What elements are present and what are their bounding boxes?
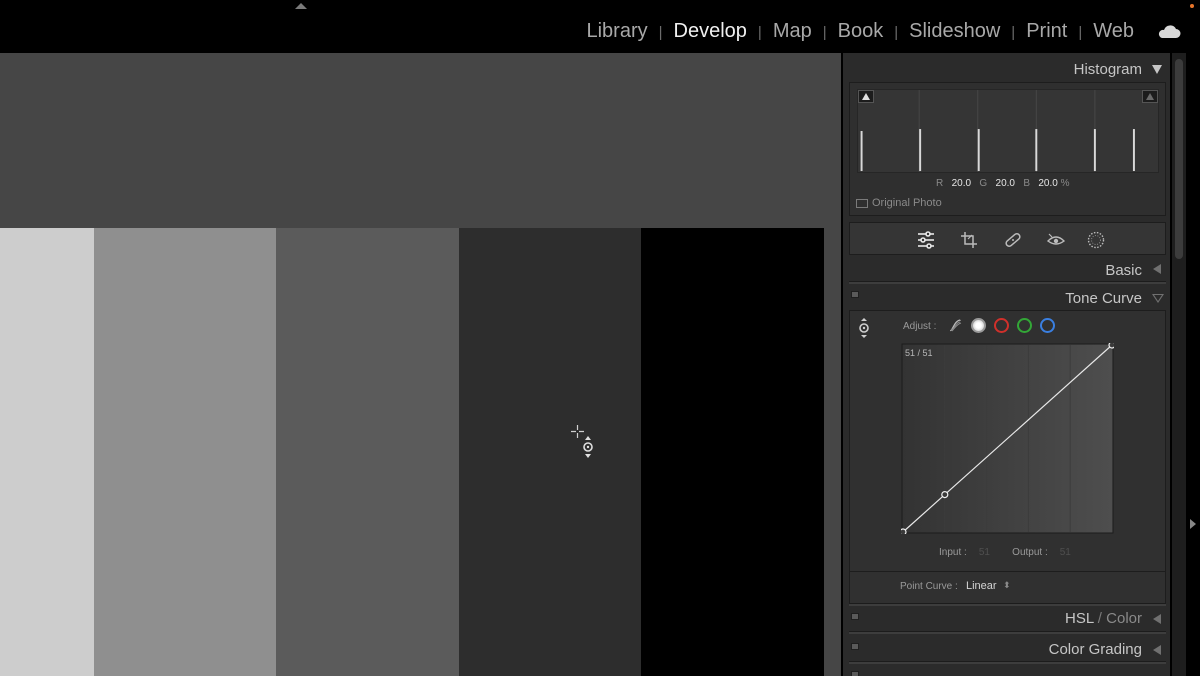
r-value: 20.0 xyxy=(951,178,972,189)
targeted-adjustment-cursor-icon xyxy=(583,436,593,458)
panel-divider xyxy=(849,603,1166,606)
green-channel-button[interactable] xyxy=(1017,318,1032,333)
module-develop[interactable]: Develop xyxy=(674,20,747,43)
point-curve-select[interactable]: Linear xyxy=(966,580,997,592)
healing-icon[interactable] xyxy=(1003,231,1023,249)
tool-strip xyxy=(849,222,1166,255)
percent-unit: % xyxy=(1060,178,1070,189)
red-eye-icon[interactable] xyxy=(1046,231,1066,249)
color-grading-toggle[interactable] xyxy=(851,643,859,650)
module-web[interactable]: Web xyxy=(1093,20,1134,43)
b-value: 20.0 xyxy=(1038,178,1058,189)
module-picker-bar: Library | Develop | Map | Book | Slidesh… xyxy=(0,0,1200,53)
select-caret-icon[interactable]: ⬍ xyxy=(1003,580,1011,591)
triangle-left-icon[interactable] xyxy=(1153,645,1161,655)
parametric-curve-icon[interactable] xyxy=(948,318,963,333)
hsl-slash: / xyxy=(1093,610,1107,627)
blue-channel-button[interactable] xyxy=(1040,318,1055,333)
histogram-plot[interactable] xyxy=(857,89,1159,173)
shadow-clipping-icon xyxy=(862,93,870,100)
basic-title[interactable]: Basic xyxy=(1105,262,1142,279)
triangle-down-icon[interactable] xyxy=(1152,294,1164,303)
cloud-icon[interactable] xyxy=(1157,25,1181,39)
curve-control-point[interactable] xyxy=(899,528,907,536)
shadow-clipping-button[interactable] xyxy=(858,90,874,103)
module-map[interactable]: Map xyxy=(773,20,812,43)
curve-readout: 51 / 51 xyxy=(905,348,933,358)
masking-icon[interactable] xyxy=(1086,231,1106,249)
swatch-mid xyxy=(276,228,459,676)
output-label: Output : xyxy=(1012,547,1048,558)
notification-dot xyxy=(1190,4,1194,8)
triangle-down-icon[interactable] xyxy=(1152,65,1162,74)
point-curve-rgb-button[interactable] xyxy=(971,318,986,333)
module-separator: | xyxy=(822,24,827,41)
original-photo-toggle[interactable]: Original Photo xyxy=(856,197,942,209)
input-value: 51 xyxy=(978,547,990,558)
panel-divider xyxy=(849,281,1166,284)
input-label: Input : xyxy=(939,547,967,558)
tone-curve-title[interactable]: Tone Curve xyxy=(1065,290,1142,307)
scrollbar-thumb[interactable] xyxy=(1175,59,1183,259)
original-photo-checkbox[interactable] xyxy=(856,198,868,208)
original-photo-label: Original Photo xyxy=(872,197,942,209)
hsl-label: HSL xyxy=(1065,610,1094,627)
r-label: R xyxy=(936,178,944,189)
module-separator: | xyxy=(757,24,762,41)
highlight-clipping-button[interactable] xyxy=(1142,90,1158,103)
swatch-mid-light xyxy=(94,228,276,676)
histogram-title[interactable]: Histogram xyxy=(1074,61,1142,78)
color-grading-title[interactable]: Color Grading xyxy=(1049,641,1142,658)
point-curve-label: Point Curve : xyxy=(900,581,958,592)
module-separator: | xyxy=(1011,24,1016,41)
crop-icon[interactable] xyxy=(960,231,980,249)
swatch-light xyxy=(0,228,94,676)
triangle-left-icon[interactable] xyxy=(1153,614,1161,624)
g-label: G xyxy=(979,178,988,189)
adjust-label: Adjust : xyxy=(903,321,937,332)
triangle-right-icon[interactable] xyxy=(1190,519,1196,529)
curve-control-point[interactable] xyxy=(941,491,949,499)
swatch-black xyxy=(641,228,824,676)
module-print[interactable]: Print xyxy=(1026,20,1067,43)
g-value: 20.0 xyxy=(995,178,1015,189)
output-value: 51 xyxy=(1059,547,1071,558)
triangle-up-icon[interactable] xyxy=(295,3,307,9)
red-channel-button[interactable] xyxy=(994,318,1009,333)
module-book[interactable]: Book xyxy=(838,20,884,43)
rgb-readout: R 20.0 G 20.0 B 20.0 % xyxy=(936,178,1070,189)
module-separator: | xyxy=(1078,24,1083,41)
highlight-clipping-icon xyxy=(1146,93,1154,100)
input-output-row: Input : 51 Output : 51 xyxy=(939,547,1071,558)
b-label: B xyxy=(1023,178,1030,189)
module-slideshow[interactable]: Slideshow xyxy=(909,20,1000,43)
panel-divider xyxy=(849,661,1166,664)
right-panel-scrollbar[interactable] xyxy=(1172,53,1186,676)
module-separator: | xyxy=(658,24,663,41)
curve-control-point[interactable] xyxy=(1108,341,1116,349)
right-panel-edge xyxy=(1186,53,1200,676)
sliders-icon[interactable] xyxy=(916,231,936,249)
panel-divider xyxy=(849,631,1166,634)
module-library[interactable]: Library xyxy=(586,20,647,43)
tone-curve-toggle[interactable] xyxy=(851,291,859,298)
triangle-left-icon[interactable] xyxy=(1153,264,1161,274)
color-label: Color xyxy=(1106,610,1142,627)
detail-toggle[interactable] xyxy=(851,671,859,676)
tone-curve-graph[interactable]: 51 / 51 xyxy=(899,341,1116,536)
swatch-dark xyxy=(459,228,641,676)
hsl-toggle[interactable] xyxy=(851,613,859,620)
module-separator: | xyxy=(894,24,899,41)
image-viewer[interactable] xyxy=(0,53,841,676)
hsl-title[interactable]: HSL / Color xyxy=(1065,610,1142,627)
photo[interactable] xyxy=(0,228,824,676)
targeted-adjustment-icon[interactable] xyxy=(857,318,871,338)
module-list: Library | Develop | Map | Book | Slidesh… xyxy=(586,20,1134,43)
